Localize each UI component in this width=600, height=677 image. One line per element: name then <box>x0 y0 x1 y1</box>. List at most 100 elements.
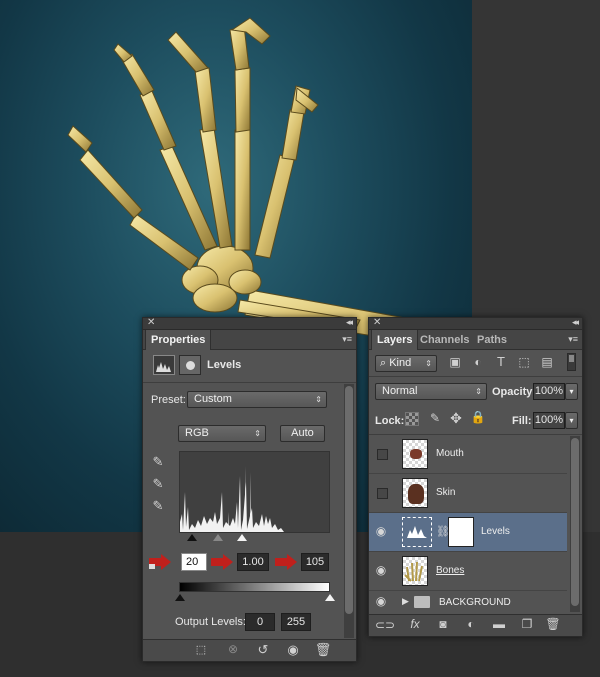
input-gamma-field[interactable]: 1.00 <box>237 553 269 571</box>
reset-icon[interactable]: ↺ <box>253 642 273 658</box>
black-input-handle[interactable] <box>187 534 197 541</box>
white-output-handle[interactable] <box>325 594 335 601</box>
updown-icon: ⇕ <box>254 429 261 438</box>
output-white-field[interactable]: 255 <box>281 613 311 631</box>
auto-button[interactable]: Auto <box>280 425 325 442</box>
layer-name: Skin <box>436 487 456 498</box>
adjustment-name: Levels <box>207 359 242 371</box>
blend-mode-dropdown[interactable]: Normal ⇕ <box>375 383 487 400</box>
fx-icon[interactable]: fx <box>405 617 425 633</box>
levels-adjustment-icon[interactable] <box>153 355 175 375</box>
layer-name: Mouth <box>436 448 464 459</box>
layer-name: Levels <box>481 526 510 537</box>
mask-icon[interactable]: ◙ <box>433 617 453 633</box>
input-slider[interactable] <box>179 533 330 543</box>
preset-dropdown[interactable]: Custom ⇕ <box>187 391 327 408</box>
scroll-thumb[interactable] <box>571 438 579 606</box>
collapse-icon[interactable]: ◂◂ <box>572 317 579 328</box>
panel-menu-icon[interactable]: ▾≡ <box>342 334 352 345</box>
fill-label: Fill: <box>512 415 532 427</box>
lock-label: Lock: <box>375 415 405 427</box>
collapse-icon[interactable]: ◂◂ <box>346 317 353 328</box>
fill-field[interactable]: 100% <box>533 412 565 429</box>
opacity-field[interactable]: 100% <box>533 383 565 400</box>
gamma-input-handle[interactable] <box>213 534 223 541</box>
eye-icon[interactable]: ◉ <box>373 594 389 610</box>
black-output-handle[interactable] <box>175 594 185 601</box>
layer-row-levels[interactable]: ◉ ⛓ Levels <box>369 513 567 552</box>
type-filter-icon[interactable]: T <box>493 354 509 370</box>
layer-row-bones[interactable]: ◉ Bones <box>369 552 567 591</box>
properties-panel: ✕ ◂◂ Properties ▾≡ Levels Preset: Custom… <box>142 317 357 662</box>
layers-scrollbar[interactable] <box>570 436 580 612</box>
fill-value: 100% <box>534 414 564 426</box>
updown-icon: ⇕ <box>315 395 322 404</box>
scroll-thumb[interactable] <box>345 386 353 614</box>
black-point-eyedropper-icon[interactable]: ✎ <box>149 454 167 472</box>
lock-pixels-brush-icon[interactable]: ✎ <box>427 411 443 427</box>
lock-all-icon[interactable]: 🔒 <box>470 410 486 426</box>
white-point-eyedropper-icon[interactable]: ✎ <box>149 498 167 516</box>
link-icon[interactable]: ⊂⊃ <box>375 618 395 634</box>
output-black-field[interactable]: 0 <box>245 613 275 631</box>
panel-titlebar[interactable]: ✕ ◂◂ <box>369 317 582 330</box>
layer-mask-icon[interactable] <box>179 355 201 375</box>
smart-object-filter-icon[interactable]: ▤ <box>539 355 555 371</box>
opacity-value: 100% <box>534 385 564 397</box>
lock-transparent-icon[interactable] <box>405 412 419 426</box>
gray-point-eyedropper-icon[interactable]: ✎ <box>149 476 167 494</box>
filter-kind-dropdown[interactable]: ⌕ Kind ⇕ <box>375 355 437 372</box>
tab-paths[interactable]: Paths <box>472 330 512 350</box>
properties-bottom-bar: ⬚ ⊗ ↺ ◉ 🗑 <box>143 639 356 661</box>
close-icon[interactable]: ✕ <box>373 317 381 328</box>
opacity-label: Opacity: <box>492 386 537 398</box>
channel-dropdown[interactable]: RGB ⇕ <box>178 425 266 442</box>
close-icon[interactable]: ✕ <box>147 317 155 328</box>
channel-value: RGB <box>185 427 209 439</box>
histogram-graph <box>180 466 284 532</box>
shape-filter-icon[interactable]: ⬚ <box>516 355 532 371</box>
header-divider <box>143 382 356 383</box>
layer-name: Bones <box>436 565 465 576</box>
clip-to-layer-icon[interactable]: ⬚ <box>191 643 211 659</box>
properties-scrollbar[interactable] <box>344 384 354 638</box>
layer-row-mouth[interactable]: Mouth <box>369 435 567 474</box>
layer-mask-thumbnail[interactable] <box>448 517 474 547</box>
layer-thumbnail <box>402 556 428 586</box>
layer-list: Mouth Skin ◉ ⛓ Levels ◉ Bones ◉ ▶ BACKGR… <box>369 435 569 615</box>
adjustment-icon[interactable]: ◐ <box>461 617 481 633</box>
divider <box>369 376 582 377</box>
input-white-field[interactable]: 105 <box>301 553 329 571</box>
tab-layers[interactable]: Layers <box>371 330 419 350</box>
visibility-toggle[interactable] <box>377 449 388 460</box>
new-layer-icon[interactable]: ❐ <box>517 617 537 633</box>
view-previous-icon[interactable]: ⊗ <box>223 642 243 658</box>
panel-titlebar[interactable]: ✕ ◂◂ <box>143 317 356 330</box>
layer-row-background-group[interactable]: ◉ ▶ BACKGROUND <box>369 591 567 615</box>
eye-icon[interactable]: ◉ <box>283 642 303 658</box>
folder-icon[interactable]: ▬ <box>489 617 509 633</box>
search-icon: ⌕ <box>380 357 390 369</box>
trash-icon[interactable]: 🗑 <box>313 642 333 658</box>
panel-menu-icon[interactable]: ▾≡ <box>568 334 578 345</box>
input-black-field[interactable]: 20 <box>181 553 207 571</box>
adjustment-filter-icon[interactable]: ◐ <box>470 355 486 371</box>
expand-triangle-icon[interactable]: ▶ <box>402 596 409 607</box>
trash-icon[interactable]: 🗑 <box>543 617 563 633</box>
layer-row-skin[interactable]: Skin <box>369 474 567 513</box>
visibility-toggle[interactable] <box>377 488 388 499</box>
target-adjust-icon[interactable] <box>149 554 173 570</box>
adjustment-header: Levels <box>151 354 351 378</box>
eye-icon[interactable]: ◉ <box>373 524 389 540</box>
tab-properties[interactable]: Properties <box>145 330 212 350</box>
pixel-filter-icon[interactable]: ▣ <box>447 355 463 371</box>
fill-dropdown-button[interactable]: ▾ <box>565 412 578 429</box>
lock-position-icon[interactable]: ✥ <box>448 410 464 426</box>
tab-channels[interactable]: Channels <box>415 330 475 350</box>
output-slider[interactable] <box>175 593 335 602</box>
filter-toggle-switch[interactable] <box>567 353 576 371</box>
white-input-handle[interactable] <box>237 534 247 541</box>
eye-icon[interactable]: ◉ <box>373 563 389 579</box>
opacity-dropdown-button[interactable]: ▾ <box>565 383 578 400</box>
layer-thumbnail <box>402 478 428 508</box>
